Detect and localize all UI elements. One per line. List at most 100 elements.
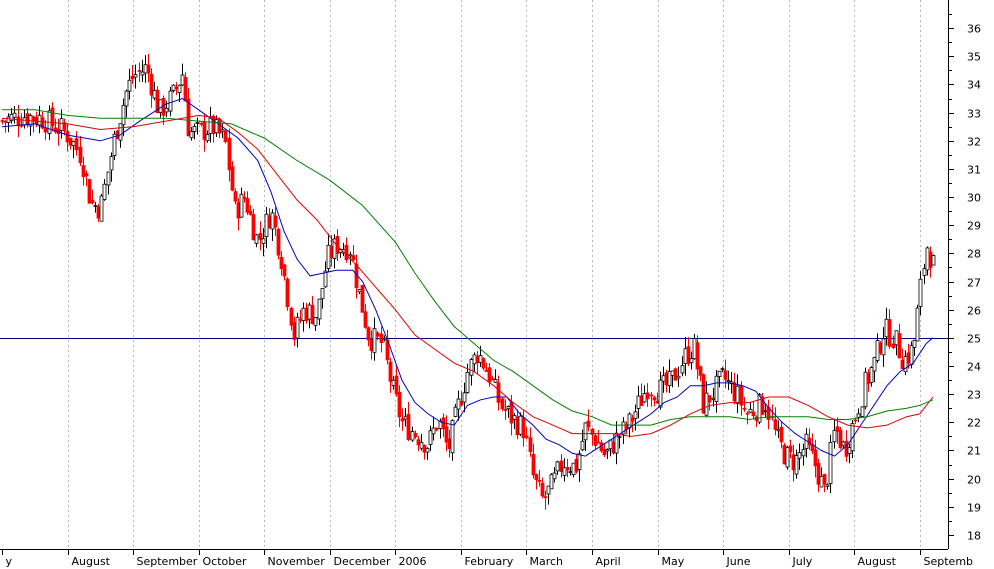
candle-up bbox=[856, 413, 861, 418]
candle-down bbox=[276, 228, 281, 256]
candle-down bbox=[366, 327, 371, 341]
candle-down bbox=[596, 441, 601, 444]
candle-down bbox=[707, 395, 712, 403]
candle-down bbox=[574, 458, 579, 472]
candle-up bbox=[317, 298, 322, 320]
candle-up bbox=[658, 379, 663, 408]
candle-up bbox=[12, 112, 17, 118]
x-axis: y August September October November December 2… bbox=[2, 549, 973, 568]
candle-down bbox=[400, 418, 405, 422]
candle-down bbox=[835, 426, 840, 432]
candle-up bbox=[254, 234, 259, 244]
candle-down bbox=[906, 352, 911, 364]
candle-down bbox=[897, 333, 902, 359]
candle-up bbox=[869, 367, 874, 383]
candle-down bbox=[375, 332, 380, 337]
candle-up bbox=[419, 442, 424, 449]
candle-up bbox=[220, 129, 225, 132]
candle-up bbox=[546, 485, 551, 495]
candle-down bbox=[149, 73, 154, 96]
candle-up bbox=[456, 398, 461, 410]
candle-down bbox=[630, 417, 635, 422]
candle-up bbox=[903, 356, 908, 373]
candle-up bbox=[168, 90, 173, 112]
y-tick-label: 34 bbox=[967, 79, 981, 92]
candle-down bbox=[664, 372, 669, 386]
candle-down bbox=[838, 429, 843, 449]
candle-down bbox=[227, 137, 232, 171]
candle-down bbox=[723, 370, 728, 380]
candle-down bbox=[199, 122, 204, 125]
candle-down bbox=[878, 342, 883, 354]
candle-up bbox=[323, 270, 328, 288]
candle-up bbox=[633, 411, 638, 419]
candle-up bbox=[704, 392, 709, 416]
candle-up bbox=[109, 156, 114, 171]
y-tick-label: 23 bbox=[967, 389, 981, 402]
candle-up bbox=[608, 439, 613, 450]
candle-up bbox=[239, 193, 244, 218]
x-tick-label: October bbox=[203, 555, 247, 568]
candle-up bbox=[860, 406, 865, 417]
candle-down bbox=[645, 392, 650, 400]
candle-up bbox=[152, 90, 157, 99]
candle-up bbox=[894, 330, 899, 346]
candle-up bbox=[667, 371, 672, 386]
candle-up bbox=[140, 71, 145, 76]
candle-up bbox=[676, 375, 681, 379]
candle-up bbox=[121, 104, 126, 126]
candle-down bbox=[351, 255, 356, 261]
candle-down bbox=[891, 343, 896, 349]
candle-up bbox=[776, 429, 781, 432]
candle-down bbox=[649, 394, 654, 397]
candle-down bbox=[586, 420, 591, 428]
candle-down bbox=[369, 339, 374, 352]
candle-up bbox=[670, 370, 675, 376]
candle-up bbox=[925, 247, 930, 271]
candle-down bbox=[540, 482, 545, 497]
candle-up bbox=[661, 375, 666, 382]
candle-up bbox=[205, 134, 210, 142]
candle-up bbox=[158, 99, 163, 113]
candle-up bbox=[403, 416, 408, 420]
candle-up bbox=[506, 406, 511, 410]
candle-down bbox=[413, 433, 418, 438]
candle-down bbox=[233, 191, 238, 202]
candle-down bbox=[698, 366, 703, 376]
candle-down bbox=[732, 382, 737, 402]
candle-up bbox=[192, 126, 197, 132]
candle-down bbox=[258, 233, 263, 240]
candle-up bbox=[307, 304, 312, 320]
candle-up bbox=[164, 107, 169, 113]
candle-down bbox=[602, 449, 607, 456]
x-tick-label: April bbox=[596, 555, 621, 568]
candle-up bbox=[171, 84, 176, 91]
candle-up bbox=[819, 475, 824, 488]
candle-down bbox=[791, 454, 796, 471]
candle-up bbox=[453, 406, 458, 417]
candle-up bbox=[683, 348, 688, 365]
candle-down bbox=[866, 372, 871, 385]
candle-up bbox=[59, 118, 64, 131]
candle-down bbox=[521, 417, 526, 439]
y-tick-label: 29 bbox=[967, 220, 981, 233]
candle-up bbox=[828, 442, 833, 485]
candle-up bbox=[915, 307, 920, 342]
candle-up bbox=[465, 371, 470, 393]
candle-up bbox=[872, 357, 877, 372]
y-tick-label: 31 bbox=[967, 164, 981, 177]
candle-up bbox=[841, 441, 846, 446]
candle-down bbox=[537, 480, 542, 482]
candle-up bbox=[295, 316, 300, 339]
candle-up bbox=[143, 64, 148, 74]
x-tick-label: July bbox=[792, 555, 813, 568]
candle-up bbox=[689, 357, 694, 364]
candle-up bbox=[785, 446, 790, 468]
candle-up bbox=[711, 397, 716, 400]
candle-down bbox=[394, 375, 399, 395]
candle-down bbox=[484, 369, 489, 372]
candle-down bbox=[174, 86, 179, 89]
candle-up bbox=[478, 355, 483, 363]
candle-up bbox=[313, 316, 318, 326]
candle-down bbox=[236, 202, 241, 219]
